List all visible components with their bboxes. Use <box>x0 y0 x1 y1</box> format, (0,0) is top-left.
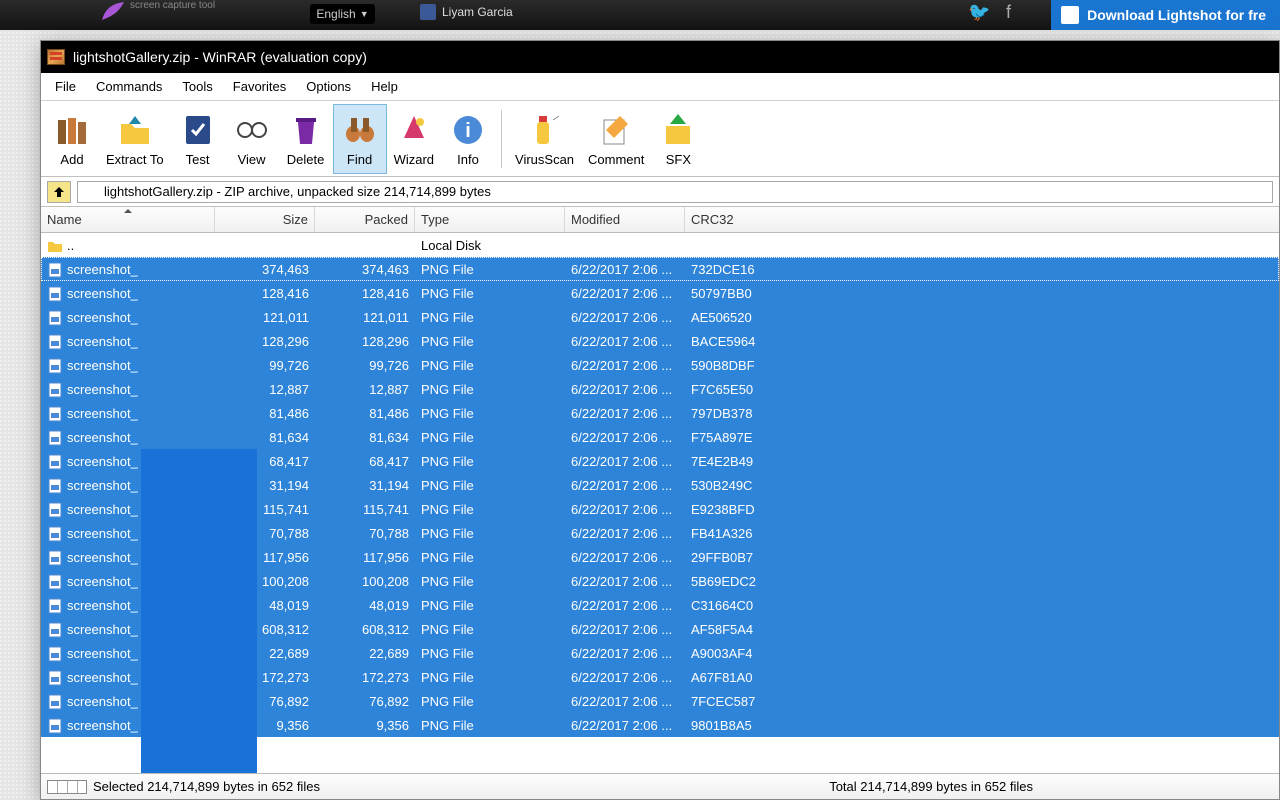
menubar: File Commands Tools Favorites Options He… <box>41 73 1279 101</box>
box-arrow-icon <box>658 110 698 150</box>
file-row[interactable]: screenshot_81,63481,634PNG File6/22/2017… <box>41 425 1279 449</box>
col-type[interactable]: Type <box>415 207 565 232</box>
winrar-window: lightshotGallery.zip - WinRAR (evaluatio… <box>40 40 1280 800</box>
png-file-icon <box>47 286 63 302</box>
test-button[interactable]: Test <box>171 104 225 174</box>
facebook-icon <box>420 4 436 20</box>
window-title: lightshotGallery.zip - WinRAR (evaluatio… <box>73 49 367 65</box>
address-text: lightshotGallery.zip - ZIP archive, unpa… <box>104 184 491 199</box>
png-file-icon <box>47 430 63 446</box>
png-file-icon <box>47 718 63 734</box>
col-name[interactable]: Name <box>41 207 215 232</box>
png-file-icon <box>47 598 63 614</box>
col-size[interactable]: Size <box>215 207 315 232</box>
books-icon <box>52 110 92 150</box>
png-file-icon <box>47 478 63 494</box>
png-file-icon <box>47 646 63 662</box>
archive-icon <box>82 185 98 199</box>
png-file-icon <box>47 502 63 518</box>
png-file-icon <box>47 334 63 350</box>
png-file-icon <box>47 694 63 710</box>
titlebar[interactable]: lightshotGallery.zip - WinRAR (evaluatio… <box>41 41 1279 73</box>
png-file-icon <box>47 574 63 590</box>
tagline-text: screen capture tool <box>130 0 215 11</box>
add-button[interactable]: Add <box>45 104 99 174</box>
menu-favorites[interactable]: Favorites <box>223 75 296 98</box>
status-selected-text: Selected 214,714,899 bytes in 652 files <box>93 779 320 794</box>
png-file-icon <box>47 526 63 542</box>
file-row[interactable]: screenshot_81,48681,486PNG File6/22/2017… <box>41 401 1279 425</box>
toolbar: Add Extract To Test View Delete Find Wiz… <box>41 101 1279 177</box>
png-file-icon <box>47 550 63 566</box>
col-modified[interactable]: Modified <box>565 207 685 232</box>
website-header: screen capture tool English▼ Liyam Garci… <box>0 0 1280 30</box>
info-button[interactable]: iInfo <box>441 104 495 174</box>
twitter-icon[interactable]: 🐦 <box>968 2 992 26</box>
png-file-icon <box>47 358 63 374</box>
png-file-icon <box>47 310 63 326</box>
extract-button[interactable]: Extract To <box>99 104 171 174</box>
checkmark-doc-icon <box>178 110 218 150</box>
toolbar-separator <box>501 110 502 168</box>
file-row[interactable]: screenshot_121,011121,011PNG File6/22/20… <box>41 305 1279 329</box>
folder-out-icon <box>115 110 155 150</box>
file-row[interactable]: screenshot_12,88712,887PNG File6/22/2017… <box>41 377 1279 401</box>
menu-commands[interactable]: Commands <box>86 75 172 98</box>
png-file-icon <box>47 406 63 422</box>
file-row[interactable]: screenshot_374,463374,463PNG File6/22/20… <box>41 257 1279 281</box>
social-icons: 🐦 f <box>968 2 1030 26</box>
address-field[interactable]: lightshotGallery.zip - ZIP archive, unpa… <box>77 181 1273 203</box>
filename-redaction-overlay <box>141 449 257 773</box>
delete-button[interactable]: Delete <box>279 104 333 174</box>
png-file-icon <box>47 262 63 278</box>
menu-tools[interactable]: Tools <box>172 75 222 98</box>
view-button[interactable]: View <box>225 104 279 174</box>
png-file-icon <box>47 622 63 638</box>
facebook-icon[interactable]: f <box>1006 2 1030 26</box>
col-crc[interactable]: CRC32 <box>685 207 775 232</box>
png-file-icon <box>47 382 63 398</box>
up-folder-button[interactable] <box>47 181 71 203</box>
menu-options[interactable]: Options <box>296 75 361 98</box>
download-arrow-icon <box>1061 6 1079 24</box>
folder-icon <box>47 238 63 254</box>
virusscan-button[interactable]: VirusScan <box>508 104 581 174</box>
parent-folder-row[interactable]: .. Local Disk <box>41 233 1279 257</box>
glasses-icon <box>232 110 272 150</box>
col-packed[interactable]: Packed <box>315 207 415 232</box>
menu-help[interactable]: Help <box>361 75 408 98</box>
bug-spray-icon <box>525 110 565 150</box>
address-bar: lightshotGallery.zip - ZIP archive, unpa… <box>41 177 1279 207</box>
info-icon: i <box>448 110 488 150</box>
find-button[interactable]: Find <box>333 104 387 174</box>
language-selector[interactable]: English▼ <box>310 4 375 24</box>
file-row[interactable]: screenshot_99,72699,726PNG File6/22/2017… <box>41 353 1279 377</box>
menu-file[interactable]: File <box>45 75 86 98</box>
png-file-icon <box>47 670 63 686</box>
winrar-app-icon <box>47 49 65 65</box>
note-pencil-icon <box>596 110 636 150</box>
binoculars-icon <box>340 110 380 150</box>
file-list[interactable]: .. Local Disk screenshot_374,463374,463P… <box>41 233 1279 773</box>
status-bar: Selected 214,714,899 bytes in 652 files … <box>41 773 1279 799</box>
status-progress-icon <box>47 780 87 794</box>
png-file-icon <box>47 454 63 470</box>
user-display[interactable]: Liyam Garcia <box>420 4 513 20</box>
sfx-button[interactable]: SFX <box>651 104 705 174</box>
comment-button[interactable]: Comment <box>581 104 651 174</box>
column-headers: Name Size Packed Type Modified CRC32 <box>41 207 1279 233</box>
trash-icon <box>286 110 326 150</box>
download-button[interactable]: Download Lightshot for fre <box>1051 0 1280 30</box>
file-row[interactable]: screenshot_128,296128,296PNG File6/22/20… <box>41 329 1279 353</box>
wizard-button[interactable]: Wizard <box>387 104 441 174</box>
svg-text:i: i <box>465 120 471 142</box>
file-row[interactable]: screenshot_128,416128,416PNG File6/22/20… <box>41 281 1279 305</box>
status-total-text: Total 214,714,899 bytes in 652 files <box>829 779 1273 794</box>
up-arrow-icon <box>52 185 66 199</box>
wizard-hat-icon <box>394 110 434 150</box>
